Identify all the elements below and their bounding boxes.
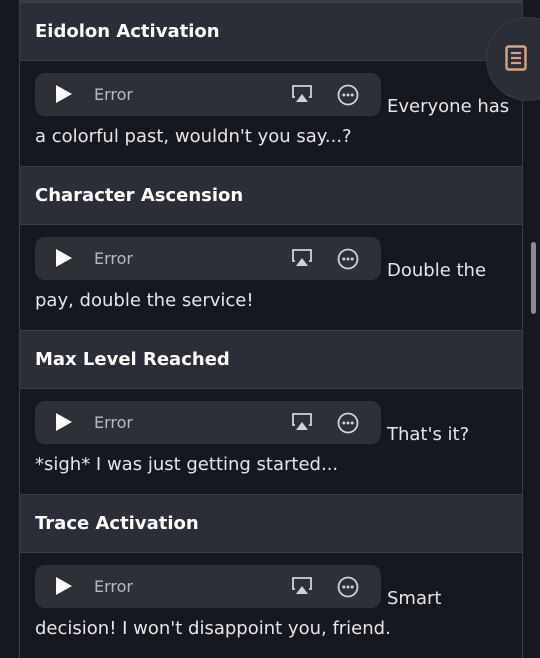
voice-line-text-continued: pay, double the service! xyxy=(35,290,254,311)
section-header: Eidolon Activation xyxy=(20,2,522,61)
play-icon[interactable] xyxy=(56,85,72,103)
voice-line-text: Double the xyxy=(387,260,487,281)
scrollbar-thumb[interactable] xyxy=(531,242,536,314)
section-header: Max Level Reached xyxy=(20,330,522,389)
play-icon[interactable] xyxy=(56,413,72,431)
section-body: Error Smart decision! I won't disappoint… xyxy=(20,553,522,658)
audio-player: Error xyxy=(35,401,381,444)
voice-line-text: That's it? xyxy=(387,424,470,445)
voice-lines-page: Eidolon Activation Error Everyone has a … xyxy=(0,0,540,658)
section-body: Error Double the pay, double the service… xyxy=(20,225,522,330)
more-options-icon[interactable] xyxy=(337,576,359,598)
airplay-icon[interactable] xyxy=(291,84,313,104)
section-header: Character Ascension xyxy=(20,166,522,225)
player-status: Error xyxy=(94,413,133,432)
section-body: Error That's it? *sigh* I was just getti… xyxy=(20,389,522,494)
play-icon[interactable] xyxy=(56,249,72,267)
airplay-icon[interactable] xyxy=(291,576,313,596)
audio-player: Error xyxy=(35,565,381,608)
audio-player: Error xyxy=(35,73,381,116)
player-status: Error xyxy=(94,85,133,104)
voice-lines-table: Eidolon Activation Error Everyone has a … xyxy=(19,0,523,658)
section-title: Max Level Reached xyxy=(35,349,230,370)
section-title: Eidolon Activation xyxy=(35,21,220,42)
voice-line-text: Everyone has xyxy=(387,96,510,117)
audio-player: Error xyxy=(35,237,381,280)
voice-line-text-continued: decision! I won't disappoint you, friend… xyxy=(35,618,391,639)
airplay-icon[interactable] xyxy=(291,248,313,268)
player-status: Error xyxy=(94,249,133,268)
voice-line-text-continued: a colorful past, wouldn't you say...? xyxy=(35,126,352,147)
section-title: Trace Activation xyxy=(35,513,199,534)
table-of-contents-icon[interactable] xyxy=(505,45,527,71)
play-icon[interactable] xyxy=(56,577,72,595)
section-header: Trace Activation xyxy=(20,494,522,553)
section-body: Error Everyone has a colorful past, woul… xyxy=(20,61,522,166)
more-options-icon[interactable] xyxy=(337,84,359,106)
more-options-icon[interactable] xyxy=(337,248,359,270)
more-options-icon[interactable] xyxy=(337,412,359,434)
voice-line-text-continued: *sigh* I was just getting started... xyxy=(35,454,339,475)
voice-line-text: Smart xyxy=(387,588,442,609)
player-status: Error xyxy=(94,577,133,596)
airplay-icon[interactable] xyxy=(291,412,313,432)
section-title: Character Ascension xyxy=(35,185,244,206)
